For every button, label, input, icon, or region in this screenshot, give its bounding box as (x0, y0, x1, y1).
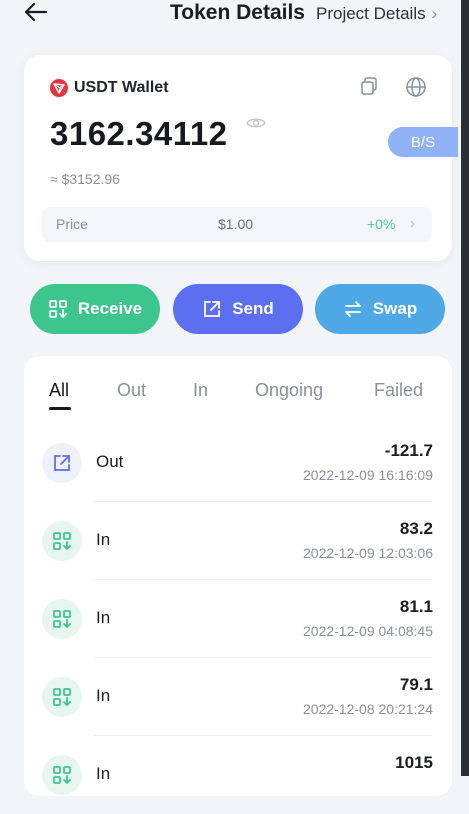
buy-sell-button[interactable]: B/S (388, 127, 458, 157)
transaction-date: 2022-12-09 16:16:09 (303, 467, 433, 483)
price-value: $1.00 (218, 216, 254, 232)
receive-in-icon (42, 599, 82, 639)
globe-icon[interactable] (405, 76, 427, 98)
tab-out[interactable]: Out (117, 380, 146, 401)
send-button[interactable]: Send (173, 284, 303, 334)
swap-arrows-icon (344, 301, 361, 317)
transaction-amount: -121.7 (384, 441, 433, 460)
chevron-right-icon: › (410, 215, 415, 232)
transaction-date: 2022-12-08 20:21:24 (303, 701, 433, 717)
transaction-date: 2022-12-09 12:03:06 (303, 545, 433, 561)
chevron-right-icon: › (431, 4, 438, 23)
page-title: Token Details (170, 1, 305, 24)
send-label: Send (232, 299, 274, 318)
send-icon (204, 301, 221, 317)
screen-edge (461, 0, 469, 776)
tab-ongoing[interactable]: Ongoing (255, 380, 323, 401)
transaction-row[interactable]: In 1015 (24, 736, 452, 814)
transaction-amount: 81.1 (399, 597, 433, 616)
top-bar: Token Details Project Details › (0, 0, 461, 30)
tab-failed[interactable]: Failed (374, 380, 423, 401)
transaction-type: In (96, 686, 111, 705)
price-change: +0% (367, 216, 396, 232)
transaction-date: 2022-12-09 04:08:45 (303, 623, 433, 639)
transaction-type: Out (96, 452, 124, 471)
price-label: Price (56, 216, 88, 232)
token-balance: 3162.34112 (50, 115, 228, 152)
transaction-amount: 1015 (395, 753, 433, 772)
transaction-row[interactable]: In 79.1 2022-12-08 20:21:24 (24, 658, 452, 736)
wallet-name: USDT Wallet (74, 79, 169, 96)
transaction-row[interactable]: In 83.2 2022-12-09 12:03:06 (24, 502, 452, 580)
receive-button[interactable]: Receive (30, 284, 160, 334)
transaction-type: In (96, 530, 111, 549)
transaction-type: In (96, 608, 111, 627)
tab-all[interactable]: All (49, 380, 69, 401)
price-row[interactable]: Price $1.00 +0% › (42, 207, 432, 242)
wallet-card: USDT Wallet 3162.34112 B/S ≈ $3152.96 Pr… (24, 55, 458, 261)
tab-in[interactable]: In (193, 380, 208, 401)
active-tab-indicator (49, 407, 71, 410)
back-arrow-icon[interactable] (24, 2, 48, 22)
copy-icon[interactable] (359, 76, 379, 96)
send-out-icon (42, 443, 82, 483)
swap-label: Swap (372, 299, 418, 318)
transaction-row[interactable]: In 81.1 2022-12-09 04:08:45 (24, 580, 452, 658)
swap-button[interactable]: Swap (315, 284, 445, 334)
transactions-panel: All Out In Ongoing Failed Out -121.7 202… (24, 356, 452, 796)
fiat-value: ≈ $3152.96 (50, 171, 120, 187)
project-details-label: Project Details (316, 4, 426, 23)
receive-in-icon (42, 521, 82, 561)
transaction-amount: 79.1 (399, 675, 433, 694)
transaction-amount: 83.2 (399, 519, 433, 538)
eye-visibility-icon[interactable] (246, 116, 266, 130)
transaction-type: In (96, 764, 111, 783)
receive-label: Receive (77, 299, 143, 318)
receive-in-icon (42, 677, 82, 717)
receive-in-icon (42, 755, 82, 795)
tron-token-icon (50, 79, 68, 97)
receive-qr-icon (48, 300, 67, 319)
transaction-row[interactable]: Out -121.7 2022-12-09 16:16:09 (24, 424, 452, 502)
project-details-link[interactable]: Project Details › (316, 4, 437, 24)
